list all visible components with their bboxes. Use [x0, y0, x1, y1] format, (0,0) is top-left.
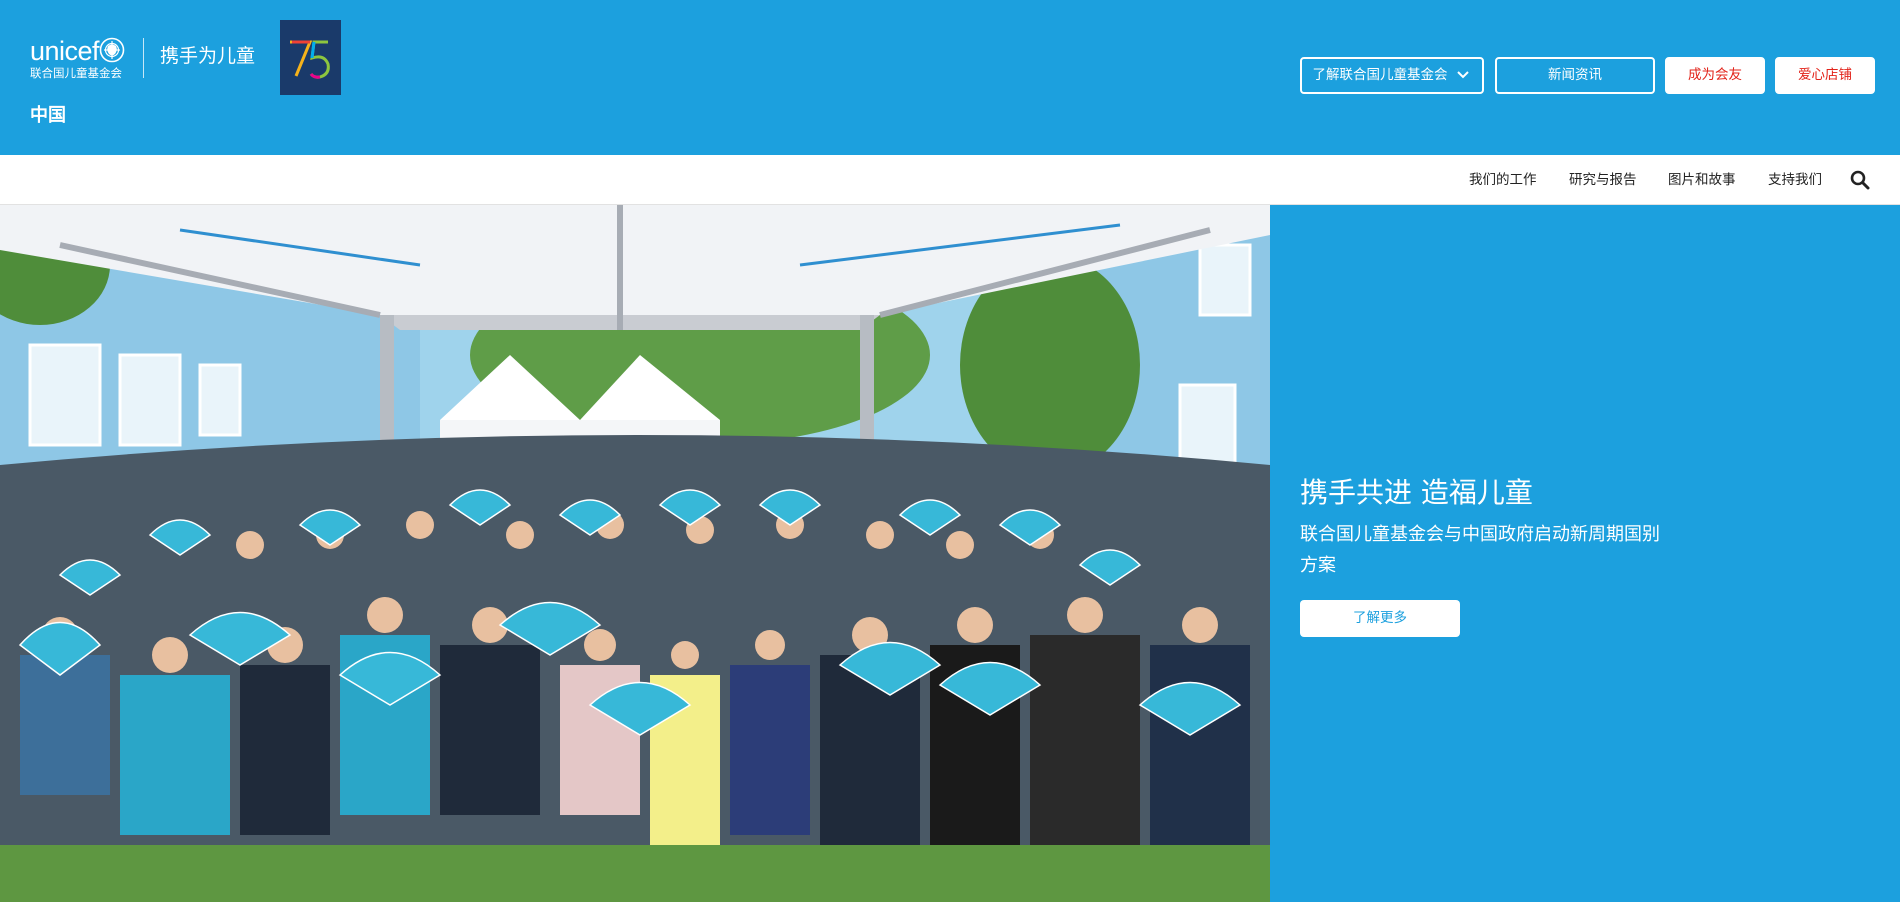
nav-item-photos-stories[interactable]: 图片和故事: [1668, 155, 1736, 205]
about-unicef-label: 了解联合国儿童基金会: [1312, 67, 1448, 83]
become-member-button[interactable]: 成为会友: [1665, 57, 1765, 94]
site-header: unicef 联合国儿童基金会 携手为儿童 75 中国 了解联合国儿童基金会 新…: [0, 0, 1900, 155]
nav-item-our-work[interactable]: 我们的工作: [1469, 155, 1537, 205]
logo-divider: [143, 38, 144, 78]
site-tagline: 携手为儿童: [160, 45, 256, 67]
unicef-logo[interactable]: unicef 联合国儿童基金会: [30, 36, 130, 82]
hero-title: 携手共进 造福儿童: [1300, 476, 1533, 509]
country-label: 中国: [30, 105, 66, 126]
search-icon[interactable]: [1850, 170, 1870, 190]
logo-subtitle: 联合国儿童基金会: [30, 66, 122, 80]
anniversary-75-badge: 75: [280, 20, 341, 95]
chevron-down-icon: [1457, 71, 1469, 79]
about-unicef-dropdown-button[interactable]: 了解联合国儿童基金会: [1300, 57, 1484, 94]
nav-item-support-us[interactable]: 支持我们: [1768, 155, 1822, 205]
nav-item-research-reports[interactable]: 研究与报告: [1569, 155, 1637, 205]
unicef-globe-icon: [99, 37, 125, 63]
main-nav: 我们的工作 研究与报告 图片和故事 支持我们: [0, 155, 1900, 205]
hero-photo: [0, 205, 1270, 902]
learn-more-button[interactable]: 了解更多: [1300, 600, 1460, 637]
news-button[interactable]: 新闻资讯: [1495, 57, 1655, 94]
hero-panel: 携手共进 造福儿童 联合国儿童基金会与中国政府启动新周期国别方案 了解更多: [1270, 205, 1900, 902]
logo-wordmark: unicef: [30, 36, 100, 66]
hero-subtitle: 联合国儿童基金会与中国政府启动新周期国别方案: [1300, 524, 1660, 576]
charity-shop-button[interactable]: 爱心店铺: [1775, 57, 1875, 94]
